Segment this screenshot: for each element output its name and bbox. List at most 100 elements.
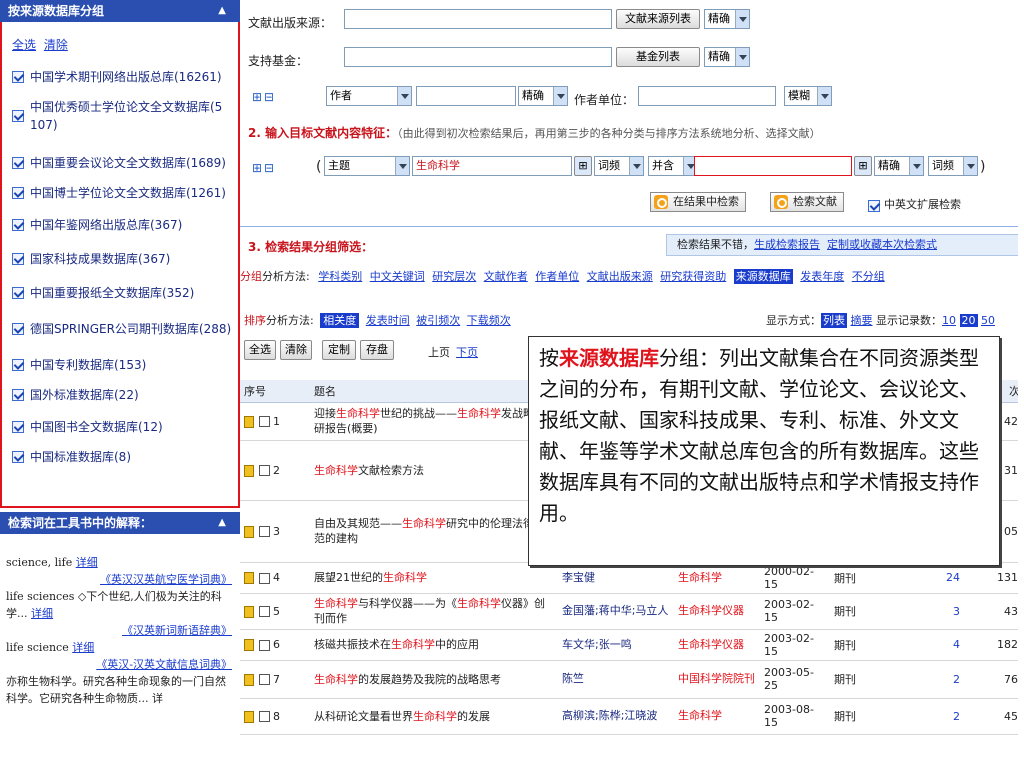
logic-select[interactable]: 并含 [648,156,698,176]
freq-select-2[interactable]: 词频 [928,156,978,176]
title-cell[interactable]: 生命科学的发展趋势及我院的战略思考 [310,660,558,699]
db-filter-item[interactable]: 中国图书全文数据库(12) [12,418,234,436]
topic-field-select[interactable]: 主题 [324,156,410,176]
generate-report-link[interactable]: 生成检索报告 [754,238,820,251]
collapse-icon[interactable]: ▲ [218,512,226,534]
tool-entry-source[interactable]: 《汉英新词新语辞典》 [6,622,234,639]
col-title[interactable]: 题名 [310,380,558,403]
cn-en-expand-checkbox[interactable] [868,200,880,212]
sort-date-link[interactable]: 发表时间 [366,314,410,327]
download-cell-text[interactable]: 182 [997,638,1018,651]
select-all-button[interactable]: 全选 [244,340,276,360]
display-abstract-link[interactable]: 摘要 [851,314,873,327]
author-exact-select[interactable]: 精确 [518,86,568,106]
db-filter-checkbox[interactable] [12,287,24,299]
custom-button[interactable]: 定制 [322,340,356,360]
cited-cell-text[interactable]: 2 [953,710,960,723]
detail-link[interactable]: 详细 [72,641,94,654]
group-level-link[interactable]: 研究层次 [432,270,476,283]
db-filter-item[interactable]: 中国博士学位论文全文数据库(1261) [12,184,234,202]
source-cell[interactable]: 生命科学仪器 [674,629,760,661]
clear-button[interactable]: 清除 [280,340,312,360]
author-org-fuzzy-select[interactable]: 模糊 [784,86,832,106]
title-cell[interactable]: 自由及其规范——生命科学研究中的伦理法律规范的建构 [310,500,558,563]
row-checkbox[interactable] [259,465,270,476]
db-filter-checkbox[interactable] [12,421,24,433]
title-segment[interactable]: 核磁共振技术在 [314,638,391,651]
fund-list-button[interactable]: 基金列表 [616,47,700,67]
cited-cell[interactable]: 24 [904,562,964,594]
author-cell-text[interactable]: 金国藩;蒋中华;马立人 [562,604,668,617]
title-segment[interactable]: 研究中的伦理 [446,517,512,530]
db-filter-item[interactable]: 中国年鉴网络出版总库(367) [12,216,234,234]
author-cell[interactable]: 车文华;张一鸣 [558,629,674,661]
document-icon[interactable] [244,710,254,723]
count-20-active[interactable]: 20 [959,314,978,327]
author-cell-text[interactable]: 高柳滨;陈桦;江晓波 [562,709,657,722]
db-filter-checkbox[interactable] [12,323,24,335]
download-cell-text[interactable]: 31 [1004,464,1018,477]
title-segment[interactable]: 生命科学 [336,407,380,420]
source-input[interactable] [344,9,612,29]
cited-cell[interactable]: 4 [904,629,964,661]
title-segment[interactable]: 迎接 [314,407,336,420]
title-segment[interactable]: 发 [501,407,512,420]
title-cell[interactable]: 从科研论文量看世界生命科学的发展 [310,698,558,735]
add-remove-row-icon[interactable]: ⊞⊟ [252,90,276,104]
group-author-link[interactable]: 文献作者 [484,270,528,283]
sort-relevance-active[interactable]: 相关度 [320,313,360,328]
author-cell-text[interactable]: 车文华;张一鸣 [562,638,632,651]
sort-cited-link[interactable]: 被引频次 [416,314,460,327]
tool-entry-source[interactable]: 《英汉汉英航空医学词典》 [6,571,234,588]
grid-icon[interactable]: ⊞ [854,156,872,176]
cited-cell-text[interactable]: 3 [953,605,960,618]
db-filter-item[interactable]: 国外标准数据库(22) [12,386,234,404]
title-segment[interactable]: 世纪的挑战—— [380,407,457,420]
download-cell-text[interactable]: 131 [997,571,1018,584]
display-list-active[interactable]: 列表 [821,313,847,328]
db-group-header[interactable]: 按来源数据库分组 ▲ [0,0,240,22]
db-filter-item[interactable]: 中国重要会议论文全文数据库(1689) [12,154,234,172]
document-icon[interactable] [244,525,254,538]
db-filter-checkbox[interactable] [12,187,24,199]
db-filter-checkbox[interactable] [12,71,24,83]
download-cell[interactable]: 76 [964,660,1024,699]
group-fund-link[interactable]: 研究获得资助 [660,270,726,283]
download-cell-text[interactable]: 45 [1004,710,1018,723]
collapse-icon[interactable]: ▲ [218,0,226,22]
group-year-link[interactable]: 发表年度 [800,270,844,283]
author-cell[interactable]: 高柳滨;陈桦;江晓波 [558,698,674,735]
second-topic-input[interactable] [694,156,852,176]
download-cell-text[interactable]: 43 [1004,605,1018,618]
sort-download-link[interactable]: 下载频次 [467,314,511,327]
db-filter-checkbox[interactable] [12,253,24,265]
cited-cell-text[interactable]: 2 [953,673,960,686]
title-segment[interactable]: 仪 [501,597,512,610]
row-checkbox[interactable] [259,711,270,722]
source-cell[interactable]: 中国科学院院刊 [674,660,760,699]
row-checkbox[interactable] [259,639,270,651]
title-cell[interactable]: 核磁共振技术在生命科学中的应用 [310,629,558,661]
group-source-link[interactable]: 文献出版来源 [587,270,653,283]
save-query-link[interactable]: 定制或收藏本次检索式 [827,238,937,251]
source-cell[interactable]: 生命科学仪器 [674,593,760,630]
title-cell[interactable]: 迎接生命科学世纪的挑战——生命科学发战略调研报告(概要) [310,402,558,441]
author-cell[interactable]: 陈竺 [558,660,674,699]
tool-entry-source[interactable]: 《英汉-汉英文献信息词典》 [6,656,234,673]
source-cell[interactable]: 生命科学 [674,562,760,594]
db-filter-item[interactable]: 中国专利数据库(153) [12,356,234,374]
group-keyword-link[interactable]: 中文关键词 [370,270,425,283]
count-50-link[interactable]: 50 [981,314,995,327]
title-segment[interactable]: 生命科学 [391,638,435,651]
cited-cell-text[interactable]: 4 [953,638,960,651]
title-segment[interactable]: 与科学仪器——为《 [358,597,457,610]
source-cell[interactable]: 生命科学 [674,698,760,735]
db-filter-item[interactable]: 中国标准数据库(8) [12,448,234,466]
add-remove-row-icon[interactable]: ⊞⊟ [252,161,276,175]
document-icon[interactable] [244,639,254,651]
group-subject-link[interactable]: 学科类别 [318,270,362,283]
fund-exact-select[interactable]: 精确 [704,47,750,67]
author-field-select[interactable]: 作者 [326,86,412,106]
detail-link[interactable]: 详细 [76,556,98,569]
db-filter-checkbox[interactable] [12,110,24,122]
